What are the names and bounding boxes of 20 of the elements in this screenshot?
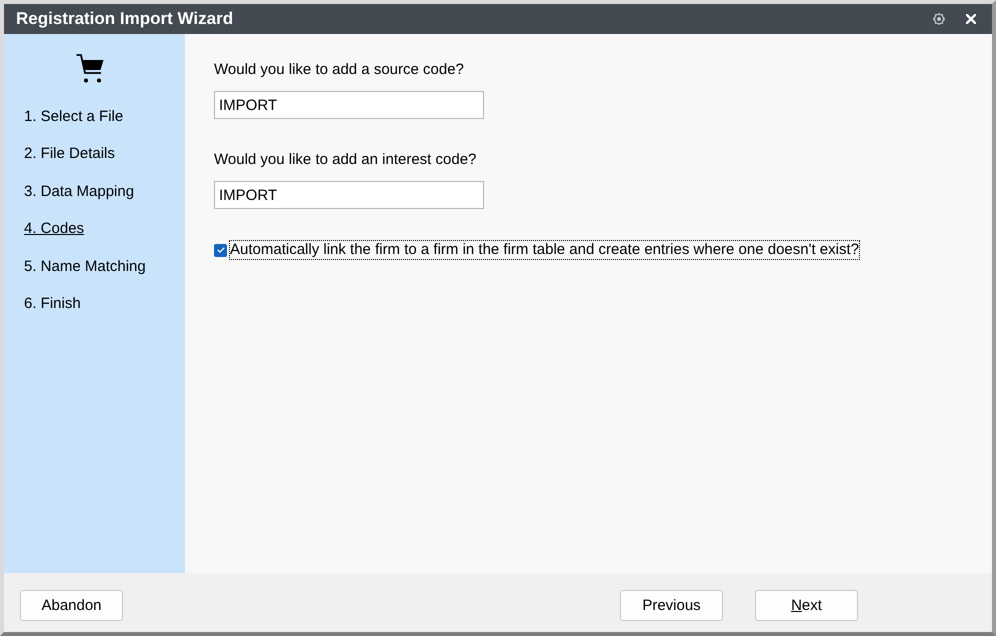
abandon-button[interactable]: Abandon bbox=[20, 590, 123, 621]
wizard-step[interactable]: 6. Finish bbox=[24, 295, 81, 314]
window-title: Registration Import Wizard bbox=[16, 9, 234, 29]
input-field[interactable]: IMPORT bbox=[214, 181, 484, 209]
shopping-cart-icon bbox=[76, 53, 104, 83]
wizard-step[interactable]: 2. File Details bbox=[24, 145, 115, 164]
wizard-step[interactable]: 1. Select a File bbox=[24, 108, 124, 126]
wizard-step[interactable]: 4. Codes bbox=[24, 220, 84, 238]
check-icon bbox=[216, 247, 224, 253]
previous-button[interactable]: Previous bbox=[620, 590, 723, 621]
input-field[interactable]: IMPORT bbox=[214, 91, 484, 119]
wizard-step[interactable]: 3. Data Mapping bbox=[24, 182, 134, 201]
next-button[interactable]: Next bbox=[755, 590, 858, 621]
question-label: Would you like to add a source code? bbox=[214, 61, 464, 79]
checkbox[interactable] bbox=[214, 244, 227, 256]
wizard-step[interactable]: 5. Name Matching bbox=[24, 258, 146, 276]
question-label: Would you like to add an interest code? bbox=[214, 151, 476, 169]
checkbox-label[interactable]: Automatically link the firm to a firm in the firm table and create entries where one doesn't exist? bbox=[230, 241, 859, 259]
close-icon[interactable] bbox=[966, 14, 976, 24]
settings-icon[interactable] bbox=[933, 13, 945, 25]
